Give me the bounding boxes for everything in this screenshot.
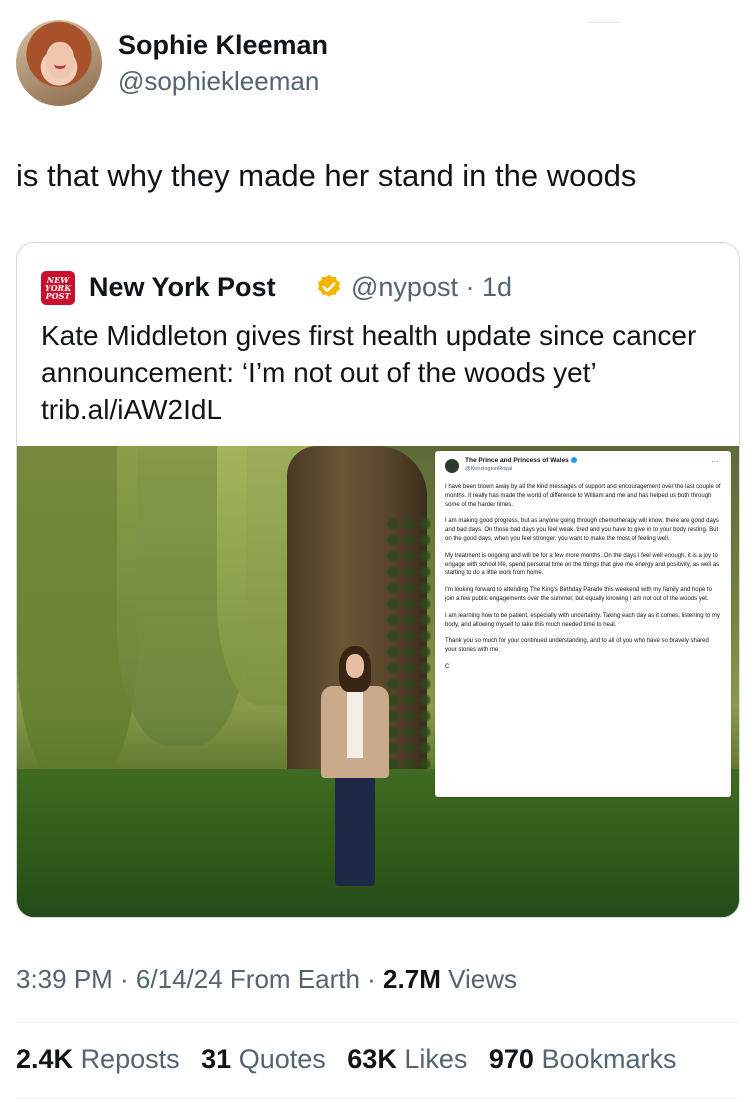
quotes-label: Quotes — [238, 1044, 326, 1074]
likes-label: Likes — [404, 1044, 468, 1074]
reposts-stat[interactable]: 2.4K Reposts — [16, 1044, 180, 1074]
overlay-paragraph: Thank you so much for your continued und… — [445, 638, 709, 654]
divider — [16, 1022, 738, 1023]
reposts-count: 2.4K — [16, 1044, 74, 1074]
views-count: 2.7M — [383, 964, 441, 994]
overlay-paragraph: I have been blown away by all the kind m… — [445, 484, 721, 508]
time-date[interactable]: 3:39 PM · 6/14/24 From Earth · — [16, 964, 383, 994]
verified-badge-icon — [317, 274, 341, 297]
overlay-more-icon: ··· — [711, 457, 719, 466]
quoted-tweet-card[interactable]: NEW YORK POST New York Post @nypost · 1d… — [16, 242, 740, 918]
overlay-paragraph: I am learning how to be patient, especia… — [445, 612, 720, 628]
quoted-tweet-image[interactable]: The Prince and Princess of Wales @Kensin… — [17, 446, 739, 917]
quoted-author-name[interactable]: New York Post — [89, 272, 276, 303]
likes-stat[interactable]: 63K Likes — [347, 1044, 467, 1074]
reposts-label: Reposts — [80, 1044, 180, 1074]
statement-overlay: The Prince and Princess of Wales @Kensin… — [435, 451, 731, 797]
overlay-signature: C — [445, 663, 450, 670]
bookmarks-stat[interactable]: 970 Bookmarks — [489, 1044, 677, 1074]
tweet-meta: 3:39 PM · 6/14/24 From Earth · 2.7M View… — [16, 964, 517, 995]
person-face — [346, 654, 364, 678]
person-legs — [335, 776, 375, 886]
author-display-name[interactable]: Sophie Kleeman — [118, 30, 328, 61]
author-handle[interactable]: @sophiekleeman — [118, 66, 319, 97]
person-shirt — [347, 688, 363, 758]
person-figure — [319, 646, 393, 896]
bookmarks-label: Bookmarks — [541, 1044, 677, 1074]
quoted-tweet-text: Kate Middleton gives first health update… — [41, 320, 697, 425]
logo-line: POST — [45, 291, 71, 301]
overlay-author-name-text: The Prince and Princess of Wales — [465, 457, 569, 464]
overlay-paragraph: I am making good progress, but as anyone… — [445, 518, 719, 542]
overlay-body: I have been blown away by all the kind m… — [445, 483, 721, 680]
quoted-handle-time: @nypost · 1d — [351, 272, 512, 302]
author-avatar[interactable] — [16, 20, 102, 106]
quoted-tweet-header: NEW YORK POST New York Post @nypost · 1d — [41, 271, 721, 305]
bookmarks-count: 970 — [488, 1044, 534, 1074]
quotes-count: 31 — [201, 1044, 232, 1074]
overlay-author-handle: @KensingtonRoyal — [465, 466, 513, 472]
nypost-logo-icon[interactable]: NEW YORK POST — [41, 271, 75, 305]
divider — [16, 1098, 738, 1099]
avatar-face — [46, 42, 74, 78]
likes-count: 63K — [347, 1044, 397, 1074]
overlay-paragraph: I'm looking forward to attending The Kin… — [445, 587, 712, 602]
views-label: Views — [440, 964, 517, 994]
overlay-avatar — [445, 459, 459, 473]
overlay-paragraph: My treatment is ongoing and will be for … — [445, 552, 720, 577]
overlay-verified-icon — [570, 457, 577, 464]
tweet-header: Sophie Kleeman @sophiekleeman — [16, 20, 738, 110]
quotes-stat[interactable]: 31 Quotes — [201, 1044, 326, 1074]
overlay-author-name: The Prince and Princess of Wales — [465, 457, 577, 464]
tweet-text: is that why they made her stand in the w… — [16, 158, 637, 193]
engagement-stats: 2.4K Reposts 31 Quotes 63K Likes 970 Boo… — [16, 1044, 691, 1075]
